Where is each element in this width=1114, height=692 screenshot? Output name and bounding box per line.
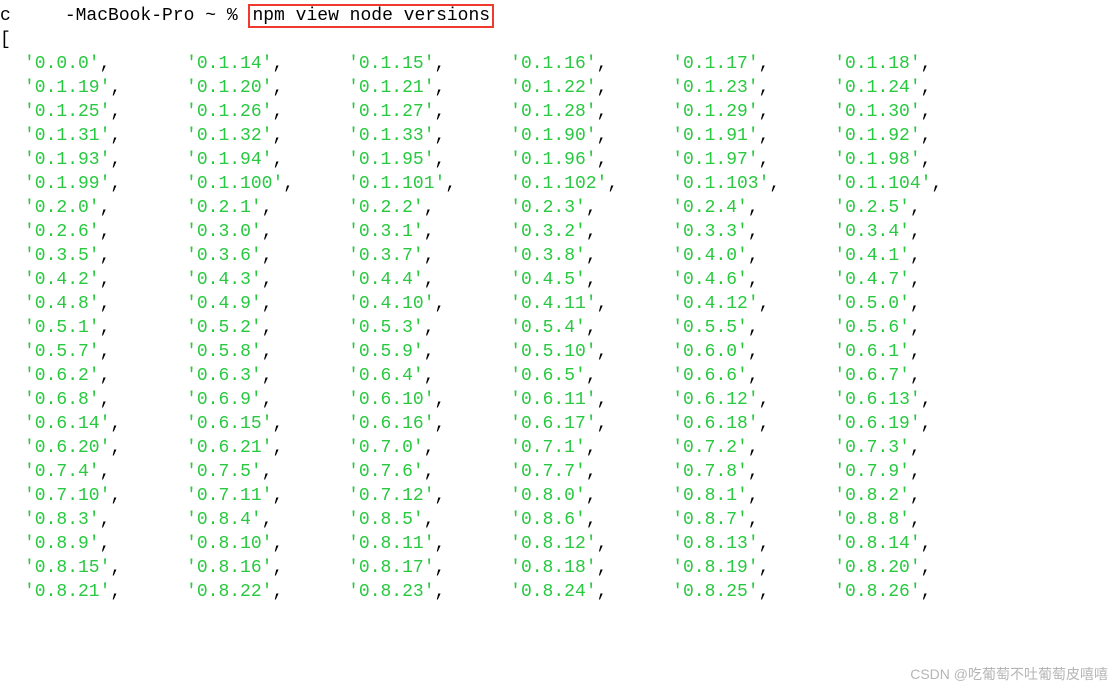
version-row: '0.4.2', '0.4.3', '0.4.4', '0.4.5', '0.4… [24,268,1114,292]
prompt-host-path: -MacBook-Pro ~ % [65,6,238,26]
version-row: '0.5.7', '0.5.8', '0.5.9', '0.5.10', '0.… [24,340,1114,364]
array-open-bracket: [ [0,28,1114,52]
version-row: '0.8.9', '0.8.10', '0.8.11', '0.8.12', '… [24,532,1114,556]
version-row: '0.4.8', '0.4.9', '0.4.10', '0.4.11', '0… [24,292,1114,316]
version-row: '0.2.0', '0.2.1', '0.2.2', '0.2.3', '0.2… [24,196,1114,220]
version-row: '0.1.25', '0.1.26', '0.1.27', '0.1.28', … [24,100,1114,124]
version-row: '0.8.15', '0.8.16', '0.8.17', '0.8.18', … [24,556,1114,580]
version-row: '0.0.0', '0.1.14', '0.1.15', '0.1.16', '… [24,52,1114,76]
version-row: '0.7.4', '0.7.5', '0.7.6', '0.7.7', '0.7… [24,460,1114,484]
version-row: '0.7.10', '0.7.11', '0.7.12', '0.8.0', '… [24,484,1114,508]
version-row: '0.2.6', '0.3.0', '0.3.1', '0.3.2', '0.3… [24,220,1114,244]
version-row: '0.1.31', '0.1.32', '0.1.33', '0.1.90', … [24,124,1114,148]
versions-list: '0.0.0', '0.1.14', '0.1.15', '0.1.16', '… [0,52,1114,604]
prompt-blurred-user: xxxxx [11,4,65,28]
prompt-prefix-char: c [0,6,11,26]
terminal-prompt-line: cxxxxx-MacBook-Pro ~ % npm view node ver… [0,4,1114,28]
version-row: '0.5.1', '0.5.2', '0.5.3', '0.5.4', '0.5… [24,316,1114,340]
version-row: '0.1.19', '0.1.20', '0.1.21', '0.1.22', … [24,76,1114,100]
version-row: '0.8.21', '0.8.22', '0.8.23', '0.8.24', … [24,580,1114,604]
highlighted-command-box: npm view node versions [248,4,494,28]
version-row: '0.6.20', '0.6.21', '0.7.0', '0.7.1', '0… [24,436,1114,460]
command-text: npm view node versions [252,6,490,26]
version-row: '0.3.5', '0.3.6', '0.3.7', '0.3.8', '0.4… [24,244,1114,268]
version-row: '0.8.3', '0.8.4', '0.8.5', '0.8.6', '0.8… [24,508,1114,532]
watermark-text: CSDN @吃葡萄不吐葡萄皮嘻嘻 [910,662,1108,686]
version-row: '0.6.8', '0.6.9', '0.6.10', '0.6.11', '0… [24,388,1114,412]
version-row: '0.1.99', '0.1.100', '0.1.101', '0.1.102… [24,172,1114,196]
version-row: '0.6.2', '0.6.3', '0.6.4', '0.6.5', '0.6… [24,364,1114,388]
version-row: '0.6.14', '0.6.15', '0.6.16', '0.6.17', … [24,412,1114,436]
version-row: '0.1.93', '0.1.94', '0.1.95', '0.1.96', … [24,148,1114,172]
